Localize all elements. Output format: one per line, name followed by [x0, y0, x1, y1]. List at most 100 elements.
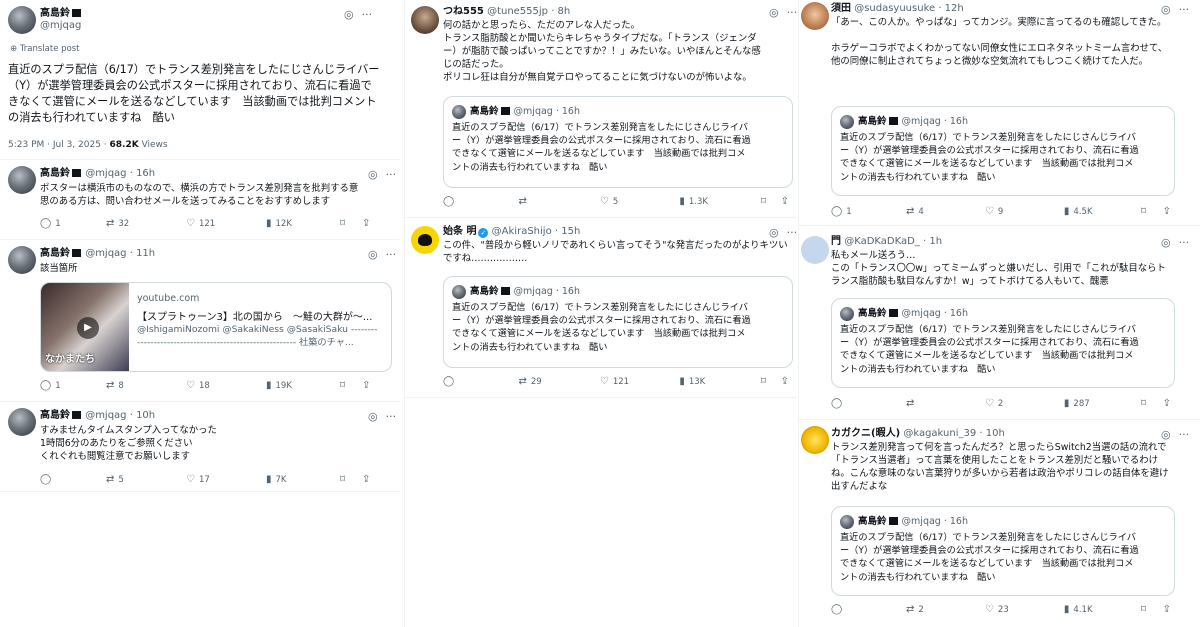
quoted-tweet[interactable]: 高島鈴 @mjqag · 16h 直近のスプラ配信（6/17）でトランス差別発言… — [443, 276, 793, 368]
views-button[interactable]: ▮ 4.5K — [1064, 206, 1141, 217]
avatar[interactable] — [8, 408, 36, 436]
share-button[interactable]: ⇪ — [1163, 206, 1175, 217]
quote-tweet[interactable]: つね555 @tune555jp · 8h ◎ ··· 何の話かと思ったら、ただの… — [405, 0, 797, 218]
reply-button[interactable]: ◯ — [831, 604, 906, 615]
quote-tweet[interactable]: 始条 明 ✓ @AkiraShijo · 15h ◎ ··· この件、"普段から軽い… — [405, 220, 797, 398]
bookmark-button[interactable]: ⌑ — [340, 380, 362, 391]
share-button[interactable]: ⇪ — [1163, 604, 1175, 615]
like-button[interactable]: ♡ 5 — [600, 196, 679, 207]
avatar[interactable] — [801, 2, 829, 30]
more-icon[interactable]: ··· — [1179, 3, 1190, 16]
author-name[interactable]: 高島鈴 — [40, 248, 70, 259]
author-name[interactable]: 高島鈴 — [40, 168, 70, 179]
author-handle[interactable]: @tune555jp · 8h — [487, 6, 570, 17]
play-icon[interactable]: ▶ — [77, 317, 99, 339]
more-icon[interactable]: ··· — [787, 226, 797, 239]
reply-button[interactable]: ◯ 1 — [831, 206, 906, 217]
avatar[interactable] — [411, 226, 439, 254]
grok-icon[interactable]: ◎ — [368, 410, 378, 423]
grok-icon[interactable]: ◎ — [1161, 3, 1171, 16]
views-button[interactable]: ▮ 19K — [266, 380, 340, 391]
author-handle[interactable]: @kagakuni_39 · 10h — [903, 428, 1004, 439]
quote-tweet[interactable]: 門 @KaDKaDKaD_ · 1h ◎ ··· 私もメール送ろう… この「トラン… — [799, 228, 1200, 420]
author-name[interactable]: 始条 明 — [443, 226, 476, 237]
grok-icon[interactable]: ◎ — [1161, 236, 1171, 249]
share-button[interactable]: ⇪ — [1163, 398, 1175, 409]
retweet-button[interactable]: ⇄ 8 — [106, 380, 186, 391]
quote-tweet[interactable]: カガクニ(暇人) @kagakuni_39 · 10h ◎ ··· トランス差別発… — [799, 422, 1200, 627]
author-name[interactable]: 高島鈴 — [40, 410, 70, 421]
grok-icon[interactable]: ◎ — [1161, 428, 1171, 441]
retweet-button[interactable]: ⇄ 2 — [906, 604, 985, 615]
reply-tweet[interactable]: 高島鈴 @mjqag · 16h ◎ ··· ポスターは横浜市のものなので、横浜の… — [0, 160, 400, 240]
share-button[interactable]: ⇪ — [362, 218, 374, 229]
main-tweet[interactable]: 高島鈴 @mjqag ◎ ··· ⊕ Translate post 直近のスプラ配… — [0, 0, 400, 160]
author-handle[interactable]: @sudasyuusuke · 12h — [854, 3, 964, 14]
bookmark-button[interactable]: ⌑ — [1141, 206, 1163, 217]
author-name[interactable]: カガクニ(暇人) — [831, 428, 900, 439]
bookmark-button[interactable]: ⌑ — [761, 376, 781, 387]
bookmark-button[interactable]: ⌑ — [1141, 398, 1163, 409]
quoted-tweet[interactable]: 高島鈴 @mjqag · 16h 直近のスプラ配信（6/17）でトランス差別発言… — [831, 106, 1175, 196]
more-icon[interactable]: ··· — [386, 248, 397, 261]
reply-button[interactable]: ◯ — [443, 196, 518, 207]
like-button[interactable]: ♡ 9 — [985, 206, 1064, 217]
more-icon[interactable]: ··· — [386, 410, 397, 423]
reply-button[interactable]: ◯ 1 — [40, 380, 106, 391]
views-button[interactable]: ▮ 12K — [266, 218, 340, 229]
author-name[interactable]: 須田 — [831, 3, 851, 14]
views-button[interactable]: ▮ 1.3K — [679, 196, 760, 207]
translate-link[interactable]: ⊕ Translate post — [10, 44, 79, 54]
share-button[interactable]: ⇪ — [362, 380, 374, 391]
views-button[interactable]: ▮ 13K — [679, 376, 760, 387]
retweet-button[interactable]: ⇄ 29 — [518, 376, 599, 387]
more-icon[interactable]: ··· — [1179, 236, 1190, 249]
reply-button[interactable]: ◯ — [831, 398, 906, 409]
avatar[interactable] — [411, 6, 439, 34]
bookmark-button[interactable]: ⌑ — [340, 474, 362, 485]
avatar[interactable] — [801, 426, 829, 454]
like-button[interactable]: ♡ 23 — [985, 604, 1064, 615]
video-thumbnail[interactable]: ▶ なかまたち — [41, 283, 129, 371]
author-handle[interactable]: @AkiraShijo · 15h — [492, 226, 581, 237]
more-icon[interactable]: ··· — [386, 168, 397, 181]
views-button[interactable]: ▮ 7K — [266, 474, 340, 485]
views-button[interactable]: ▮ 4.1K — [1064, 604, 1141, 615]
author-handle[interactable]: @mjqag · 10h — [85, 410, 155, 421]
retweet-button[interactable]: ⇄ 4 — [906, 206, 985, 217]
retweet-button[interactable]: ⇄ — [906, 398, 985, 409]
avatar[interactable] — [801, 236, 829, 264]
more-icon[interactable]: ··· — [362, 8, 373, 21]
share-button[interactable]: ⇪ — [781, 376, 793, 387]
reply-button[interactable]: ◯ — [443, 376, 518, 387]
avatar[interactable] — [8, 246, 36, 274]
like-button[interactable]: ♡ 17 — [186, 474, 266, 485]
like-button[interactable]: ♡ 121 — [600, 376, 679, 387]
reply-tweet[interactable]: 高島鈴 @mjqag · 11h ◎ ··· 該当箇所 ▶ なかまたち youtu… — [0, 240, 400, 402]
more-icon[interactable]: ··· — [787, 6, 797, 19]
retweet-button[interactable]: ⇄ 5 — [106, 474, 186, 485]
reply-button[interactable]: ◯ 1 — [40, 218, 106, 229]
author-handle[interactable]: @mjqag · 11h — [85, 248, 155, 259]
reply-button[interactable]: ◯ — [40, 474, 106, 485]
avatar[interactable] — [8, 6, 36, 34]
retweet-button[interactable]: ⇄ 32 — [106, 218, 186, 229]
bookmark-button[interactable]: ⌑ — [340, 218, 362, 229]
share-button[interactable]: ⇪ — [362, 474, 374, 485]
like-button[interactable]: ♡ 18 — [186, 380, 266, 391]
author-name[interactable]: 門 — [831, 236, 841, 247]
grok-icon[interactable]: ◎ — [769, 226, 779, 239]
reply-tweet[interactable]: 高島鈴 @mjqag · 10h ◎ ··· すみませんタイムスタンプ入ってなかっ… — [0, 402, 400, 492]
grok-icon[interactable]: ◎ — [769, 6, 779, 19]
retweet-button[interactable]: ⇄ — [518, 196, 599, 207]
bookmark-button[interactable]: ⌑ — [1141, 604, 1163, 615]
grok-icon[interactable]: ◎ — [368, 168, 378, 181]
share-button[interactable]: ⇪ — [781, 196, 793, 207]
views-button[interactable]: ▮ 287 — [1064, 398, 1141, 409]
author-handle[interactable]: @mjqag — [40, 20, 81, 32]
quoted-tweet[interactable]: 高島鈴 @mjqag · 16h 直近のスプラ配信（6/17）でトランス差別発言… — [831, 298, 1175, 388]
link-card[interactable]: ▶ なかまたち youtube.com 【スプラトゥーン3】北の国から 〜鮭の大… — [40, 282, 392, 372]
author-name[interactable]: 高島鈴 — [40, 8, 70, 19]
author-name[interactable]: つね555 — [443, 6, 484, 17]
bookmark-button[interactable]: ⌑ — [761, 196, 781, 207]
